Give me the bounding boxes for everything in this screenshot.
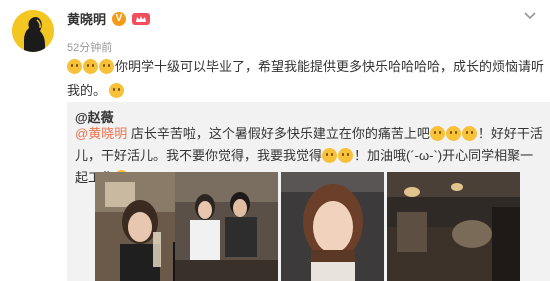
avatar-silhouette bbox=[12, 10, 54, 52]
emoji-icon bbox=[99, 59, 114, 74]
emoji-icon bbox=[109, 83, 125, 98]
emoji-icon bbox=[445, 126, 461, 141]
avatar[interactable] bbox=[12, 10, 54, 52]
photo-4[interactable] bbox=[387, 172, 520, 281]
photo-grid bbox=[67, 172, 550, 281]
repost-body-part1: 店长辛苦啦，这个暑假好多快乐建立在你的痛苦上吧 bbox=[127, 126, 430, 141]
post-author-row: 黄晓明 V bbox=[67, 9, 151, 28]
post-body: 你明学十级可以毕业了，希望我能提供更多快乐哈哈哈哈，成长的烦恼请听我的。 bbox=[67, 59, 545, 98]
emoji-icon bbox=[461, 126, 477, 141]
emoji-icon bbox=[322, 148, 338, 163]
chevron-down-icon[interactable] bbox=[522, 8, 538, 24]
emoji-icon bbox=[83, 59, 98, 74]
emoji-icon bbox=[338, 148, 354, 163]
post-author[interactable]: 黄晓明 bbox=[67, 9, 106, 28]
post-text: 你明学十级可以毕业了，希望我能提供更多快乐哈哈哈哈，成长的烦恼请听我的。 bbox=[67, 55, 547, 103]
vip-crown-icon bbox=[132, 12, 151, 25]
verified-icon: V bbox=[112, 11, 127, 26]
repost-block: @赵薇 @黄晓明 店长辛苦啦，这个暑假好多快乐建立在你的痛苦上吧 ！好好干活儿，干… bbox=[67, 102, 550, 281]
emoji-icon bbox=[429, 126, 445, 141]
photo-3[interactable] bbox=[281, 172, 384, 281]
photo-2[interactable] bbox=[175, 172, 278, 281]
emoji-icon bbox=[67, 59, 82, 74]
mention-link[interactable]: @黄晓明 bbox=[75, 126, 127, 141]
post-time[interactable]: 52分钟前 bbox=[67, 39, 112, 55]
